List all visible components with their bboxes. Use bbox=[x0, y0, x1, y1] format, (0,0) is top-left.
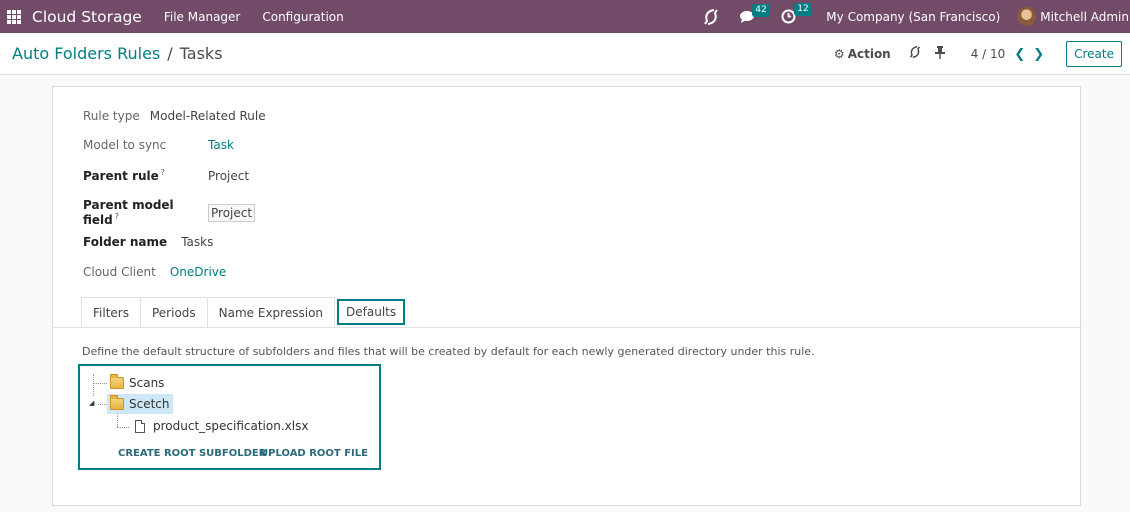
defaults-description: Define the default structure of subfolde… bbox=[82, 345, 815, 358]
folder-name-row: Folder name Tasks bbox=[83, 235, 213, 249]
messages-icon[interactable]: 42 bbox=[739, 3, 770, 24]
tab-name-expression[interactable]: Name Expression bbox=[206, 297, 336, 327]
rule-type-value[interactable]: Model-Related Rule bbox=[150, 109, 266, 123]
cloud-client-row: Cloud Client OneDrive bbox=[83, 265, 226, 279]
tree-file-product-specification[interactable]: product_specification.xlsx bbox=[132, 416, 311, 436]
app-brand[interactable]: Cloud Storage bbox=[32, 8, 142, 26]
notebook-tabs: Filters Periods Name Expression Defaults bbox=[81, 297, 406, 327]
user-menu[interactable]: Mitchell Admin bbox=[1040, 10, 1129, 24]
folder-icon bbox=[110, 374, 124, 389]
tree-node-label: Scetch bbox=[129, 397, 170, 411]
user-avatar[interactable] bbox=[1017, 7, 1037, 26]
sync-icon[interactable] bbox=[909, 45, 921, 63]
tree-connector bbox=[98, 404, 107, 405]
model-label: Model to sync bbox=[83, 138, 167, 152]
breadcrumb-current: Tasks bbox=[179, 44, 223, 63]
chevron-left-icon[interactable]: ❮ bbox=[1014, 47, 1025, 62]
chevron-right-icon[interactable]: ❯ bbox=[1033, 47, 1044, 62]
parent-rule-row: Parent rule? Project bbox=[83, 168, 249, 183]
parent-rule-label: Parent rule bbox=[83, 169, 159, 183]
apps-grid-icon[interactable] bbox=[7, 9, 21, 24]
menu-configuration[interactable]: Configuration bbox=[262, 10, 343, 24]
help-icon[interactable]: ? bbox=[161, 168, 165, 177]
breadcrumb: Auto Folders Rules / Tasks bbox=[12, 44, 223, 63]
parent-field-label-wrap: Parent model field? bbox=[83, 198, 208, 227]
parent-rule-value[interactable]: Project bbox=[208, 169, 249, 183]
menu-file-manager[interactable]: File Manager bbox=[164, 10, 241, 24]
tree-connector bbox=[117, 412, 118, 427]
tree-node-label: Scans bbox=[129, 376, 165, 390]
pin-icon[interactable] bbox=[934, 45, 945, 63]
breadcrumb-parent[interactable]: Auto Folders Rules bbox=[12, 44, 160, 63]
control-panel: Auto Folders Rules / Tasks ⚙ Action 4 / … bbox=[0, 33, 1130, 75]
create-root-subfolder-button[interactable]: CREATE ROOT SUBFOLDER bbox=[118, 448, 266, 459]
debug-icon[interactable] bbox=[703, 8, 719, 26]
tree-node-label: product_specification.xlsx bbox=[153, 419, 309, 433]
upload-root-file-button[interactable]: UPLOAD ROOT FILE bbox=[260, 448, 368, 459]
help-icon[interactable]: ? bbox=[115, 212, 119, 221]
parent-field-label: Parent model field bbox=[83, 198, 174, 227]
tree-connector bbox=[93, 374, 94, 396]
form-sheet: Rule type Model-Related Rule Model to sy… bbox=[52, 86, 1082, 506]
model-value[interactable]: Task bbox=[208, 138, 234, 152]
activities-badge: 12 bbox=[794, 3, 812, 16]
tree-connector bbox=[117, 427, 129, 428]
parent-rule-label-wrap: Parent rule? bbox=[83, 168, 208, 183]
collapse-toggle-icon[interactable]: ◢ bbox=[89, 399, 94, 407]
tabs-divider bbox=[53, 327, 1082, 328]
rule-type-label: Rule type bbox=[83, 109, 140, 123]
company-switcher[interactable]: My Company (San Francisco) bbox=[826, 10, 1000, 24]
cloud-client-label: Cloud Client bbox=[83, 265, 156, 279]
tree-folder-scetch[interactable]: Scetch bbox=[107, 394, 173, 414]
folder-name-label: Folder name bbox=[83, 235, 168, 249]
tab-periods[interactable]: Periods bbox=[139, 297, 208, 327]
activities-icon[interactable]: 12 bbox=[781, 3, 812, 24]
tab-filters[interactable]: Filters bbox=[81, 297, 141, 327]
file-icon bbox=[135, 419, 145, 433]
action-label: Action bbox=[847, 47, 891, 61]
tree-folder-scans[interactable]: Scans bbox=[107, 373, 167, 393]
rule-type-row: Rule type Model-Related Rule bbox=[83, 109, 266, 123]
parent-field-row: Parent model field? Project bbox=[83, 198, 256, 227]
tree-connector bbox=[93, 383, 107, 384]
action-button[interactable]: ⚙ Action bbox=[834, 47, 891, 61]
breadcrumb-separator: / bbox=[167, 44, 173, 63]
gear-icon: ⚙ bbox=[833, 47, 845, 61]
folder-icon bbox=[110, 395, 124, 410]
defaults-tree-panel: ◢ Scans Scetch product_specification.xls… bbox=[78, 364, 381, 470]
cloud-client-value[interactable]: OneDrive bbox=[170, 265, 226, 279]
messages-badge: 42 bbox=[752, 3, 770, 17]
model-row: Model to sync Task bbox=[83, 138, 234, 152]
folder-name-value[interactable]: Tasks bbox=[181, 235, 213, 249]
top-navbar: Cloud Storage File Manager Configuration… bbox=[0, 0, 1130, 33]
create-button[interactable]: Create bbox=[1066, 41, 1122, 67]
parent-field-value[interactable]: Project bbox=[208, 203, 256, 222]
pager-value[interactable]: 4 / 10 bbox=[971, 47, 1006, 61]
tab-defaults[interactable]: Defaults bbox=[337, 299, 406, 325]
